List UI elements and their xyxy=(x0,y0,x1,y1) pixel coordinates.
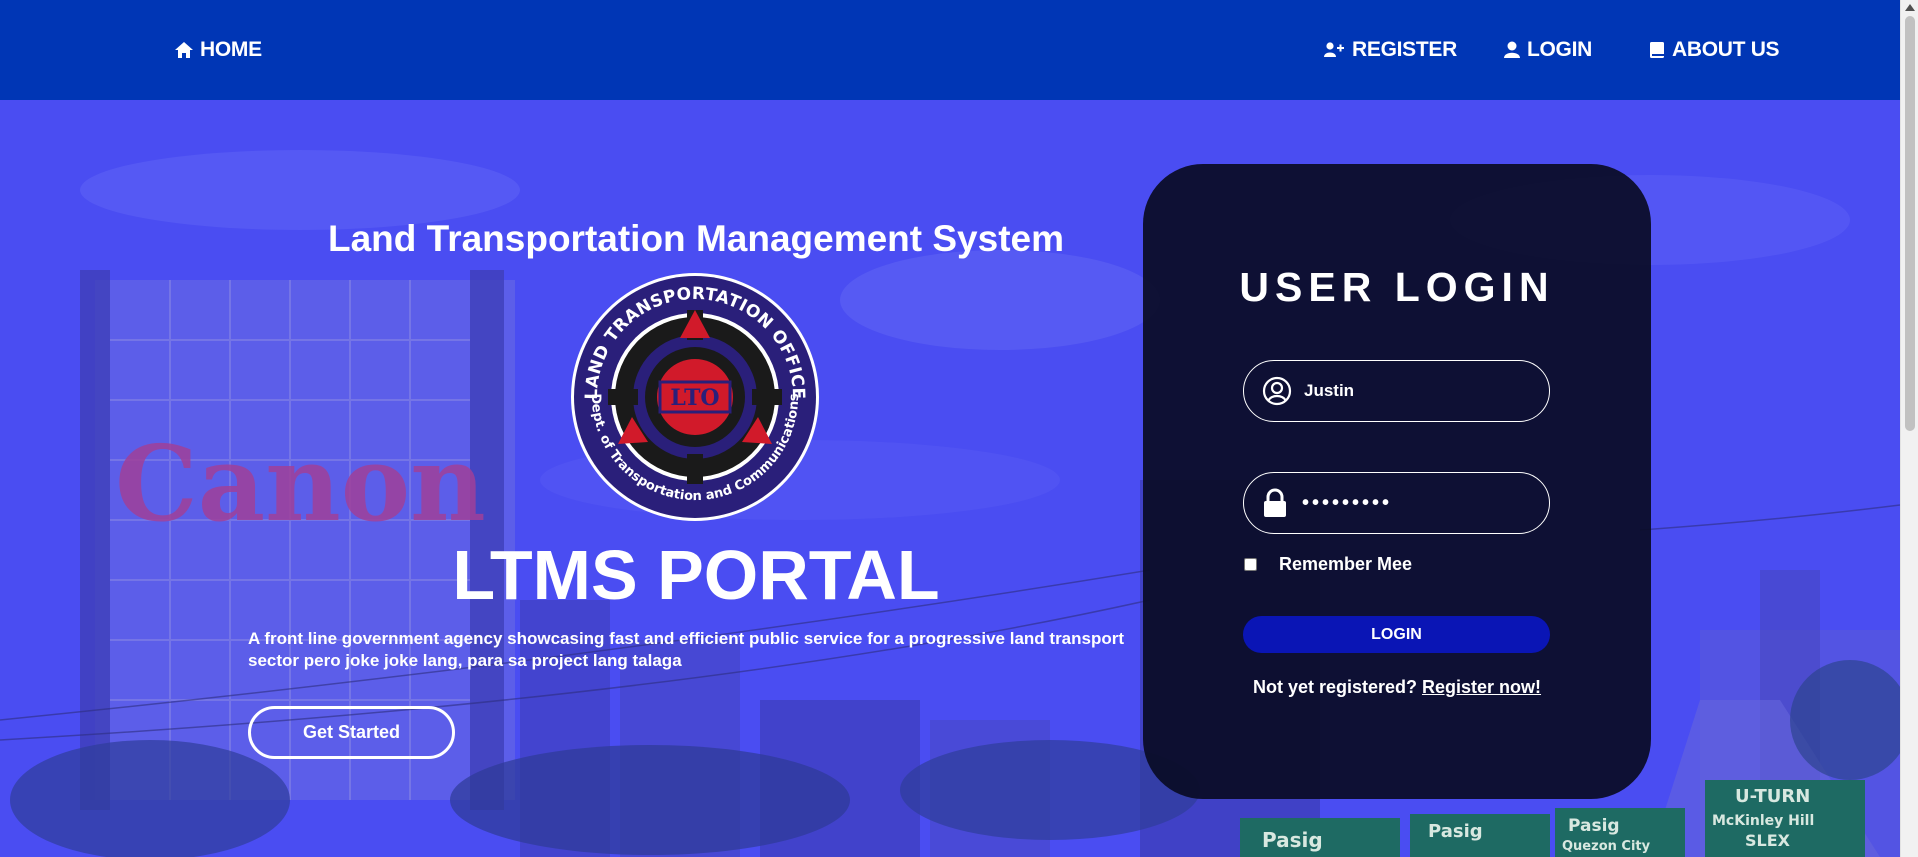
svg-text:U-TURN: U-TURN xyxy=(1735,786,1810,807)
book-icon xyxy=(1650,42,1664,58)
svg-text:Canon: Canon xyxy=(115,422,486,545)
user-circle-icon xyxy=(1262,376,1292,406)
lock-icon xyxy=(1264,488,1286,517)
svg-text:SLEX: SLEX xyxy=(1745,831,1791,850)
page: HOME REGISTER LOGIN ABOUT US Canon Pasig… xyxy=(0,0,1918,857)
user-plus-icon xyxy=(1324,42,1344,57)
nav-home-link[interactable]: HOME xyxy=(174,0,262,100)
svg-text:Pasig: Pasig xyxy=(1428,821,1483,842)
vertical-scrollbar[interactable] xyxy=(1900,0,1918,857)
nav-about-label: ABOUT US xyxy=(1672,38,1780,61)
username-value: Justin xyxy=(1304,381,1355,400)
nav-login-label: LOGIN xyxy=(1527,38,1592,61)
seal-center-text: LTO xyxy=(670,385,719,411)
nav-home-label: HOME xyxy=(200,38,262,61)
home-icon xyxy=(175,42,193,58)
svg-text:Pasig: Pasig xyxy=(1568,816,1620,836)
svg-text:Pasig: Pasig xyxy=(1262,828,1323,852)
get-started-button[interactable]: Get Started xyxy=(248,706,455,759)
portal-title: LTMS PORTAL xyxy=(452,536,940,614)
nav-about-link[interactable]: ABOUT US xyxy=(1648,0,1780,100)
password-field[interactable]: ••••••••• xyxy=(1243,472,1550,534)
nav-register-link[interactable]: REGISTER xyxy=(1324,0,1457,100)
lto-seal-logo: LTO LAND TRANSPORTATION OFFICE Dept. of … xyxy=(571,273,819,521)
scroll-thumb[interactable] xyxy=(1905,16,1915,431)
svg-text:McKinley Hill: McKinley Hill xyxy=(1712,813,1814,829)
remember-me-checkbox[interactable] xyxy=(1244,558,1257,571)
scroll-up-arrow-icon[interactable] xyxy=(1905,4,1915,11)
login-card: USER LOGIN Justin ••••••••• Remember Mee… xyxy=(1143,164,1651,799)
login-submit-button[interactable]: LOGIN xyxy=(1243,616,1550,653)
system-title: Land Transportation Management System xyxy=(327,218,1065,259)
nav-login-link[interactable]: LOGIN xyxy=(1503,0,1592,100)
svg-text:Quezon City: Quezon City xyxy=(1562,839,1651,854)
portal-description: A front line government agency showcasin… xyxy=(248,629,1125,670)
register-prompt: Not yet registered? Register now! xyxy=(1143,677,1651,698)
username-field[interactable]: Justin xyxy=(1243,360,1550,422)
register-prompt-text: Not yet registered? xyxy=(1252,677,1417,697)
remember-me-row: Remember Mee xyxy=(1244,554,1412,575)
password-value: ••••••••• xyxy=(1302,491,1393,514)
login-heading: USER LOGIN xyxy=(1239,264,1555,310)
top-navbar: HOME REGISTER LOGIN ABOUT US xyxy=(0,0,1900,100)
nav-register-label: REGISTER xyxy=(1352,38,1457,61)
user-icon xyxy=(1504,41,1520,58)
register-now-link[interactable]: Register now! xyxy=(1422,677,1541,697)
remember-me-label: Remember Mee xyxy=(1279,554,1413,574)
